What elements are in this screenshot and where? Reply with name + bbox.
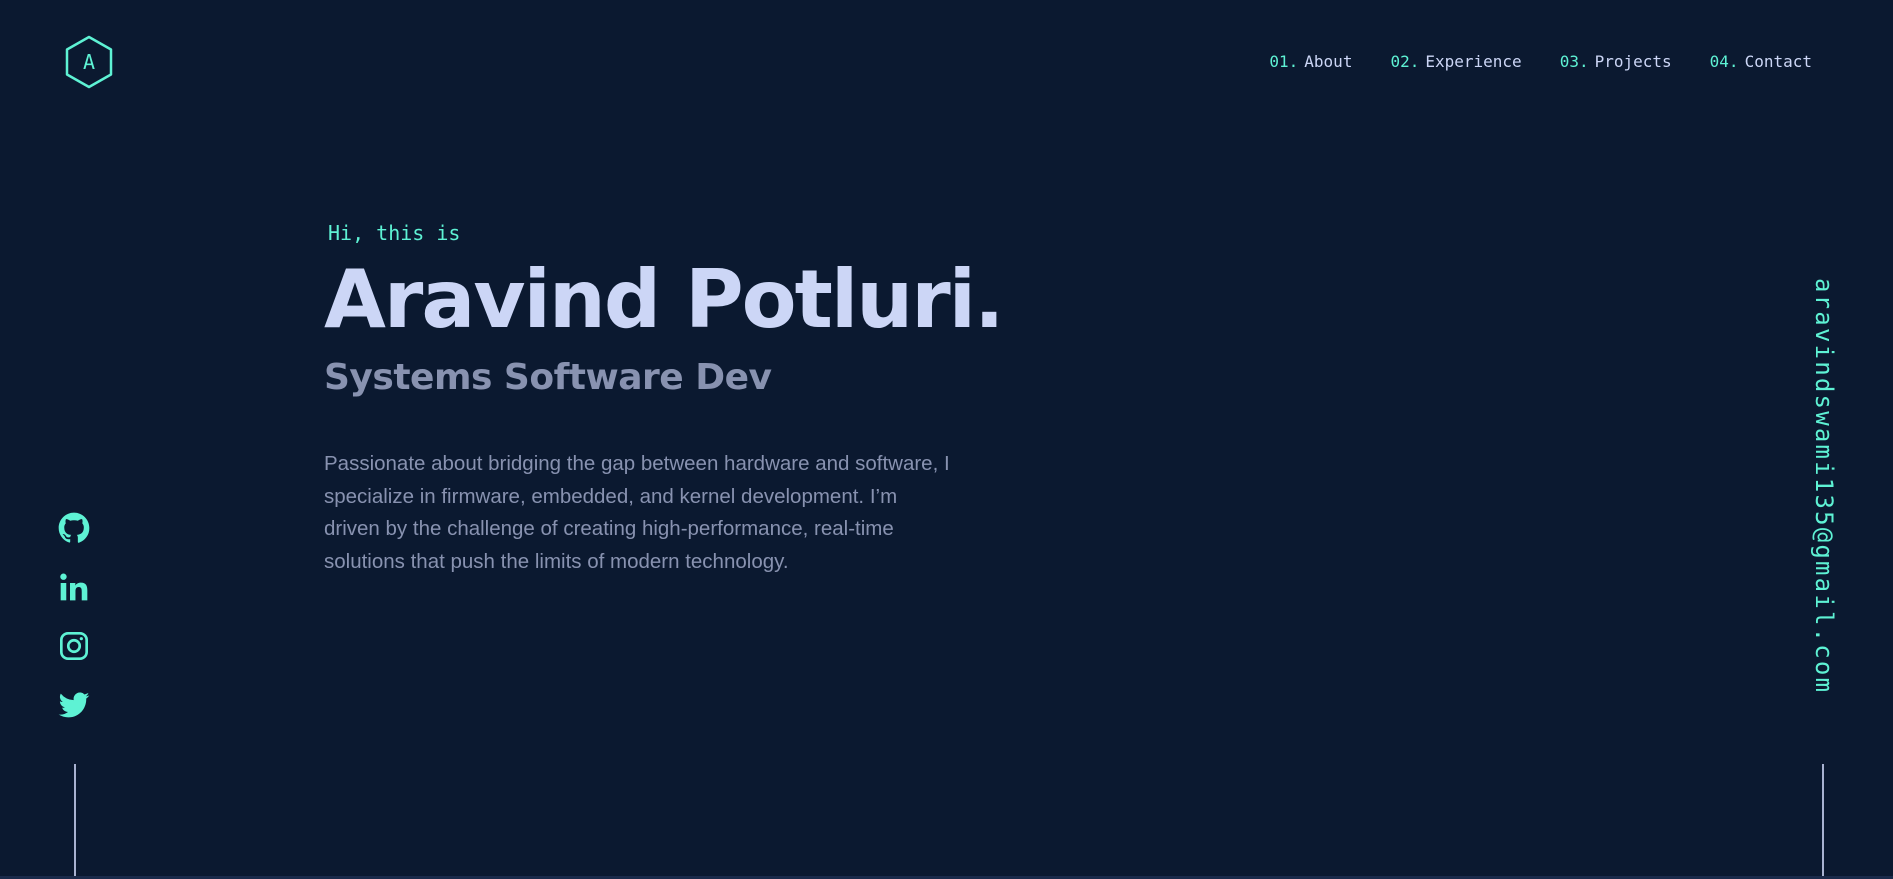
nav-label: About bbox=[1304, 52, 1353, 71]
nav-number: 04. bbox=[1709, 52, 1739, 71]
left-vertical-line bbox=[74, 764, 76, 879]
linkedin-link[interactable] bbox=[58, 571, 90, 603]
nav-link-projects[interactable]: 03. Projects bbox=[1560, 52, 1672, 72]
hero-bio: Passionate about bridging the gap betwee… bbox=[324, 452, 950, 573]
social-links bbox=[58, 512, 90, 721]
nav-number: 02. bbox=[1390, 52, 1420, 71]
nav-link-contact[interactable]: 04. Contact bbox=[1710, 52, 1812, 72]
logo-link[interactable]: A bbox=[64, 35, 114, 89]
nav-link-experience[interactable]: 02. Experience bbox=[1390, 52, 1521, 72]
hero-greeting: Hi, this is bbox=[328, 221, 461, 245]
twitter-icon bbox=[58, 692, 90, 718]
nav-number: 01. bbox=[1269, 52, 1299, 71]
twitter-link[interactable] bbox=[58, 689, 90, 721]
github-link[interactable] bbox=[58, 512, 90, 544]
email-link[interactable]: aravindswami135@gmail.com bbox=[1810, 278, 1838, 694]
instagram-link[interactable] bbox=[58, 630, 90, 662]
nav-number: 03. bbox=[1559, 52, 1589, 71]
right-vertical-line bbox=[1822, 764, 1824, 879]
instagram-icon bbox=[60, 632, 88, 660]
main-nav: 01. About 02. Experience 03. Projects 04… bbox=[1269, 52, 1812, 72]
nav-label: Projects bbox=[1594, 52, 1672, 71]
nav-link-about[interactable]: 01. About bbox=[1269, 52, 1352, 72]
nav-label: Contact bbox=[1744, 52, 1812, 71]
nav-label: Experience bbox=[1425, 52, 1522, 71]
github-icon bbox=[58, 512, 90, 543]
hero-name: Aravind Potluri. bbox=[324, 253, 1004, 346]
hero-section: Hi, this is Aravind Potluri. Systems Sof… bbox=[324, 220, 1004, 578]
linkedin-icon bbox=[60, 573, 88, 601]
hexagon-logo-icon: A bbox=[65, 35, 113, 89]
hero-role: Systems Software Dev bbox=[324, 357, 772, 398]
logo-letter: A bbox=[83, 50, 95, 74]
